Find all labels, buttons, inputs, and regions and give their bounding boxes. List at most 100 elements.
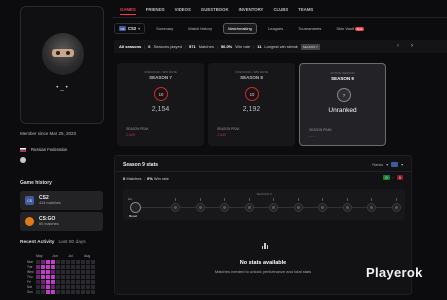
member-since: Member since Mar 25, 2023 <box>20 131 77 136</box>
win-loss-badges: 0 / 0 <box>383 175 403 180</box>
subtab-skin-vault[interactable]: Skin Vault Beta <box>332 24 367 33</box>
season-peak-value: 2,640 <box>126 133 136 137</box>
reset-node-icon <box>130 202 141 213</box>
activity-cell <box>36 265 40 269</box>
season-peak-value: - - - <box>309 134 315 138</box>
season-card-9[interactable]: ACTIVE SEASON SEASON 9 ? Unranked SEASON… <box>299 63 386 146</box>
rank-node-icon <box>293 203 303 212</box>
activity-cell <box>66 290 70 294</box>
tab-guestbook[interactable]: GUESTBOOK <box>201 7 229 15</box>
season-card-7[interactable]: ONE RANK • WIN RATE SEASON 7 10 2,154 SE… <box>117 63 204 146</box>
country-name: Russian Federation <box>31 147 68 152</box>
game-selector[interactable]: CS CS2 ▾ <box>114 23 146 34</box>
activity-cell <box>36 275 40 279</box>
avatar-card: •_• <box>20 6 104 124</box>
ranks-selector[interactable]: Ranks ▾ ▾ <box>372 162 403 167</box>
activity-cell <box>91 270 95 274</box>
rank-node-icon <box>244 203 254 212</box>
chevron-left-icon[interactable]: ‹ <box>397 43 399 49</box>
rank-badge-icon: ? <box>337 88 351 102</box>
activity-cell <box>56 265 60 269</box>
activity-cell <box>91 285 95 289</box>
activity-cell <box>71 265 75 269</box>
month-label: Jun <box>52 254 58 258</box>
season-matches-label: Matches <box>126 176 142 181</box>
activity-cell <box>76 285 80 289</box>
activity-cell <box>76 280 80 284</box>
activity-cell <box>91 265 95 269</box>
ranks-selector-label: Ranks <box>372 162 384 167</box>
activity-cell <box>61 260 65 264</box>
reset-label: Reset <box>129 214 138 218</box>
rank-progress-track: SEASON 9 Elo Reset <box>123 189 405 220</box>
activity-cell <box>86 285 90 289</box>
activity-cell <box>76 260 80 264</box>
divider <box>115 171 411 172</box>
activity-cell <box>56 285 60 289</box>
activity-cell <box>56 260 60 264</box>
country: Russian Federation <box>20 147 67 152</box>
seasons-played-label: Seasons played <box>153 44 182 49</box>
season-card-title: SEASON 8 <box>240 75 263 80</box>
subtab-summary[interactable]: Summary <box>152 24 177 33</box>
game-history-title: Game history <box>20 180 52 186</box>
avatar[interactable] <box>42 33 84 75</box>
activity-cell <box>91 260 95 264</box>
season-card-title: SEASON 9 <box>331 76 354 81</box>
activity-cell <box>56 280 60 284</box>
game-history-item-csgo[interactable]: CS:GO 60 matches <box>20 212 103 231</box>
rank-badge-icon: 10 <box>154 87 168 101</box>
seasons-summary: All seasons | 6 Seasons played | 571 Mat… <box>114 40 447 53</box>
start-top-label: Elo <box>128 197 133 201</box>
profile-nav: GAMES FRIENDS VIDEOS GUESTBOOK INVENTORY… <box>120 7 313 15</box>
tab-friends[interactable]: FRIENDS <box>146 7 165 15</box>
activity-cell <box>81 275 85 279</box>
activity-cell <box>66 265 70 269</box>
activity-cell <box>86 270 90 274</box>
game-history-item-cs2[interactable]: CS CS2 414 matches <box>20 191 103 210</box>
avatar-image <box>52 49 74 57</box>
season-peak-label: SEASON PEAK <box>126 127 149 131</box>
season-card-header: ACTIVE SEASON <box>330 71 355 75</box>
matches-label: Matches <box>198 44 214 49</box>
season-card-8[interactable]: ONE RANK • WIN RATE SEASON 8 10 2,192 SE… <box>208 63 295 146</box>
day-label: Sun <box>27 290 33 294</box>
activity-heatmap <box>36 260 100 298</box>
tab-teams[interactable]: TEAMS <box>298 7 313 15</box>
chevron-right-icon[interactable]: › <box>411 43 413 49</box>
subtab-tournaments[interactable]: Tournaments <box>294 24 325 33</box>
username: •_• <box>56 85 70 91</box>
month-label: May <box>36 254 43 258</box>
rank-node-icon <box>391 203 401 212</box>
season-rank-status: Unranked <box>328 107 357 114</box>
activity-cell <box>51 275 55 279</box>
activity-cell <box>51 285 55 289</box>
cs-go-icon <box>25 217 34 226</box>
activity-cell <box>46 260 50 264</box>
matches-value: 571 <box>189 44 196 49</box>
rank-node-icon <box>367 203 376 212</box>
subtab-leagues[interactable]: Leagues <box>264 24 287 33</box>
rank-tick <box>273 198 274 201</box>
tab-videos[interactable]: VIDEOS <box>175 7 191 15</box>
rank-tick <box>395 198 397 201</box>
tab-games[interactable]: GAMES <box>120 7 136 15</box>
subtab-match-history[interactable]: Match history <box>184 24 216 33</box>
activity-cell <box>41 265 45 269</box>
activity-cell <box>56 270 60 274</box>
bar-chart-icon <box>262 242 268 249</box>
steam-icon[interactable] <box>20 157 26 163</box>
tab-clubs[interactable]: CLUBS <box>273 7 288 15</box>
rank-node-icon <box>195 203 205 212</box>
season-stats-title: Season 9 stats <box>123 162 159 168</box>
season-peak-value: 2,640 <box>217 133 227 137</box>
activity-cell <box>81 285 85 289</box>
activity-cell <box>66 270 70 274</box>
rank-node-icon <box>318 203 327 212</box>
separator: | <box>253 44 255 49</box>
tab-inventory[interactable]: INVENTORY <box>239 7 264 15</box>
activity-cell <box>81 290 85 294</box>
activity-cell <box>76 275 80 279</box>
subtab-matchmaking[interactable]: Matchmaking <box>223 23 257 34</box>
activity-cell <box>81 265 85 269</box>
